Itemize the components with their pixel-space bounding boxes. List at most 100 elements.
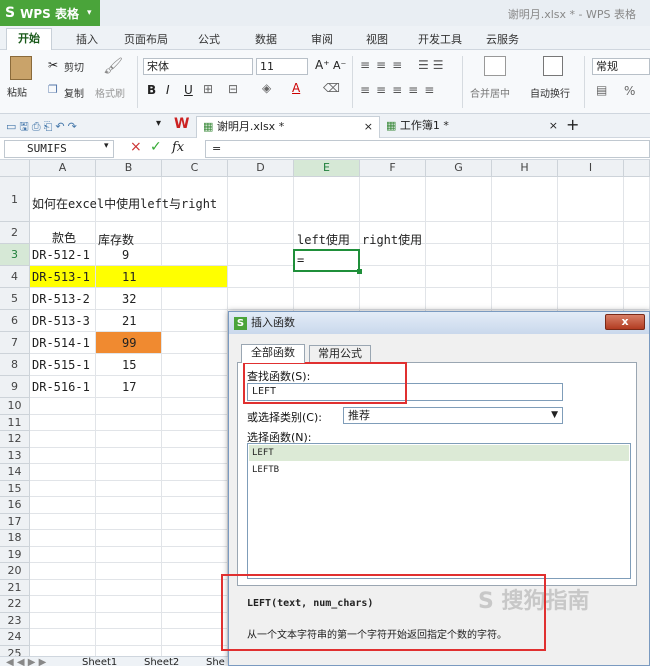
grid-cell[interactable]	[558, 266, 624, 288]
grid-cell[interactable]	[162, 354, 228, 376]
qty-cell[interactable]: 32	[96, 288, 162, 310]
grid-cell[interactable]	[96, 513, 162, 530]
grid-cell[interactable]	[558, 288, 624, 310]
grid-cell[interactable]	[96, 579, 162, 596]
grid-cell[interactable]	[492, 177, 558, 222]
grid-cell[interactable]	[162, 398, 228, 415]
grid-cell[interactable]	[96, 645, 162, 656]
grid-cell[interactable]	[96, 530, 162, 547]
font-size-select[interactable]: 11	[256, 58, 308, 75]
underline-icon[interactable]: U	[184, 83, 193, 97]
grid-cell[interactable]	[228, 244, 294, 266]
column-header[interactable]: C	[162, 160, 228, 177]
grid-cell[interactable]	[558, 177, 624, 222]
grid-cell[interactable]	[360, 288, 426, 310]
confirm-icon[interactable]: ✓	[150, 139, 162, 155]
grid-cell[interactable]	[426, 177, 492, 222]
grid-cell[interactable]	[30, 546, 96, 563]
column-header[interactable]: H	[492, 160, 558, 177]
qty-cell[interactable]: 9	[96, 244, 162, 266]
indent-icons[interactable]: ☰☰	[418, 58, 448, 72]
grid-cell[interactable]	[96, 497, 162, 514]
wrap-text-button[interactable]: 自动换行	[530, 85, 570, 100]
grid-cell[interactable]	[360, 177, 426, 222]
grid-cell[interactable]	[162, 376, 228, 398]
menu-item-data[interactable]: 数据	[255, 31, 277, 47]
category-select[interactable]: 推荐 ▼	[343, 407, 563, 424]
grid-cell[interactable]	[624, 288, 650, 310]
sheet-tab-3[interactable]: She	[206, 657, 225, 666]
qty-cell[interactable]: 21	[96, 310, 162, 332]
tab-common-formulas[interactable]: 常用公式	[309, 345, 371, 362]
row-header[interactable]: 16	[0, 497, 30, 514]
grid-cell[interactable]	[228, 288, 294, 310]
column-header[interactable]: E	[294, 160, 360, 177]
menu-item-page-layout[interactable]: 页面布局	[124, 31, 168, 47]
grid-cell[interactable]	[30, 431, 96, 448]
grid-cell[interactable]	[30, 579, 96, 596]
active-cell-e3[interactable]: =	[293, 249, 360, 272]
dropdown-icon[interactable]: ▾	[156, 118, 161, 129]
grid-cell[interactable]	[30, 447, 96, 464]
fill-color-icon[interactable]: ◈	[262, 81, 271, 95]
border-icon[interactable]: ⊞	[203, 82, 213, 96]
row-header[interactable]: 3	[0, 244, 30, 266]
row-header[interactable]: 4	[0, 266, 30, 288]
merge-center-icon[interactable]	[484, 56, 506, 76]
tab-all-functions[interactable]: 全部函数	[241, 344, 305, 363]
name-box[interactable]: SUMIFS	[4, 140, 114, 158]
grid-cell[interactable]	[162, 480, 228, 497]
column-header[interactable]: I	[558, 160, 624, 177]
code-cell[interactable]: DR-512-1	[30, 244, 96, 266]
merge-cells-icon[interactable]: ⊟	[228, 82, 238, 96]
menu-item-review[interactable]: 审阅	[311, 31, 333, 47]
grid-cell[interactable]	[162, 464, 228, 481]
code-cell[interactable]: DR-515-1	[30, 354, 96, 376]
sheet-tab-1[interactable]: Sheet1	[82, 657, 117, 666]
italic-icon[interactable]: I	[166, 83, 170, 97]
row-header[interactable]: 19	[0, 546, 30, 563]
row-header[interactable]: 21	[0, 579, 30, 596]
sheet-tab-2[interactable]: Sheet2	[144, 657, 179, 666]
grid-cell[interactable]	[162, 244, 228, 266]
grid-cell[interactable]	[30, 629, 96, 646]
grid-cell[interactable]	[96, 414, 162, 431]
row-header[interactable]: 11	[0, 414, 30, 431]
grid-cell[interactable]	[426, 288, 492, 310]
code-cell[interactable]: DR-516-1	[30, 376, 96, 398]
code-cell[interactable]: DR-513-3	[30, 310, 96, 332]
paste-button[interactable]: 粘贴	[7, 84, 27, 99]
bold-icon[interactable]: B	[147, 83, 156, 97]
grid-cell[interactable]	[162, 629, 228, 646]
grid-cell[interactable]	[30, 398, 96, 415]
doc-tab-xie[interactable]: ▦ 谢明月.xlsx * ×	[196, 116, 380, 138]
grid-cell[interactable]	[162, 563, 228, 580]
grid-cell[interactable]	[624, 177, 650, 222]
app-menu-button[interactable]: S WPS 表格 ▾	[0, 0, 100, 26]
sheet-nav-icons[interactable]: ◀ ◀ ▶ ▶	[6, 657, 46, 666]
grid-cell[interactable]	[96, 447, 162, 464]
fill-handle[interactable]	[357, 269, 362, 274]
left-use-cell[interactable]: left使用	[294, 231, 360, 251]
grid-cell[interactable]	[30, 530, 96, 547]
grid-cell[interactable]	[558, 222, 624, 244]
grid-cell[interactable]	[492, 244, 558, 266]
qty-cell[interactable]: 17	[96, 376, 162, 398]
grid-cell[interactable]	[162, 222, 228, 244]
grid-cell[interactable]	[228, 222, 294, 244]
select-all-corner[interactable]	[0, 160, 30, 177]
grid-cell[interactable]	[96, 480, 162, 497]
qty-cell[interactable]: 99	[96, 332, 162, 354]
format-painter-button[interactable]: 格式刷	[95, 85, 125, 100]
grid-cell[interactable]	[162, 431, 228, 448]
menu-item-cloud[interactable]: 云服务	[486, 31, 519, 47]
sheet-title-cell[interactable]: 如何在excel中使用left与right	[30, 188, 360, 220]
column-header[interactable]: D	[228, 160, 294, 177]
grid-cell[interactable]	[30, 480, 96, 497]
code-cell[interactable]: DR-513-1	[30, 266, 96, 288]
row-header[interactable]: 15	[0, 480, 30, 497]
row-header[interactable]: 24	[0, 629, 30, 646]
column-header[interactable]	[624, 160, 650, 177]
row-header[interactable]: 20	[0, 563, 30, 580]
grid-cell[interactable]	[162, 513, 228, 530]
